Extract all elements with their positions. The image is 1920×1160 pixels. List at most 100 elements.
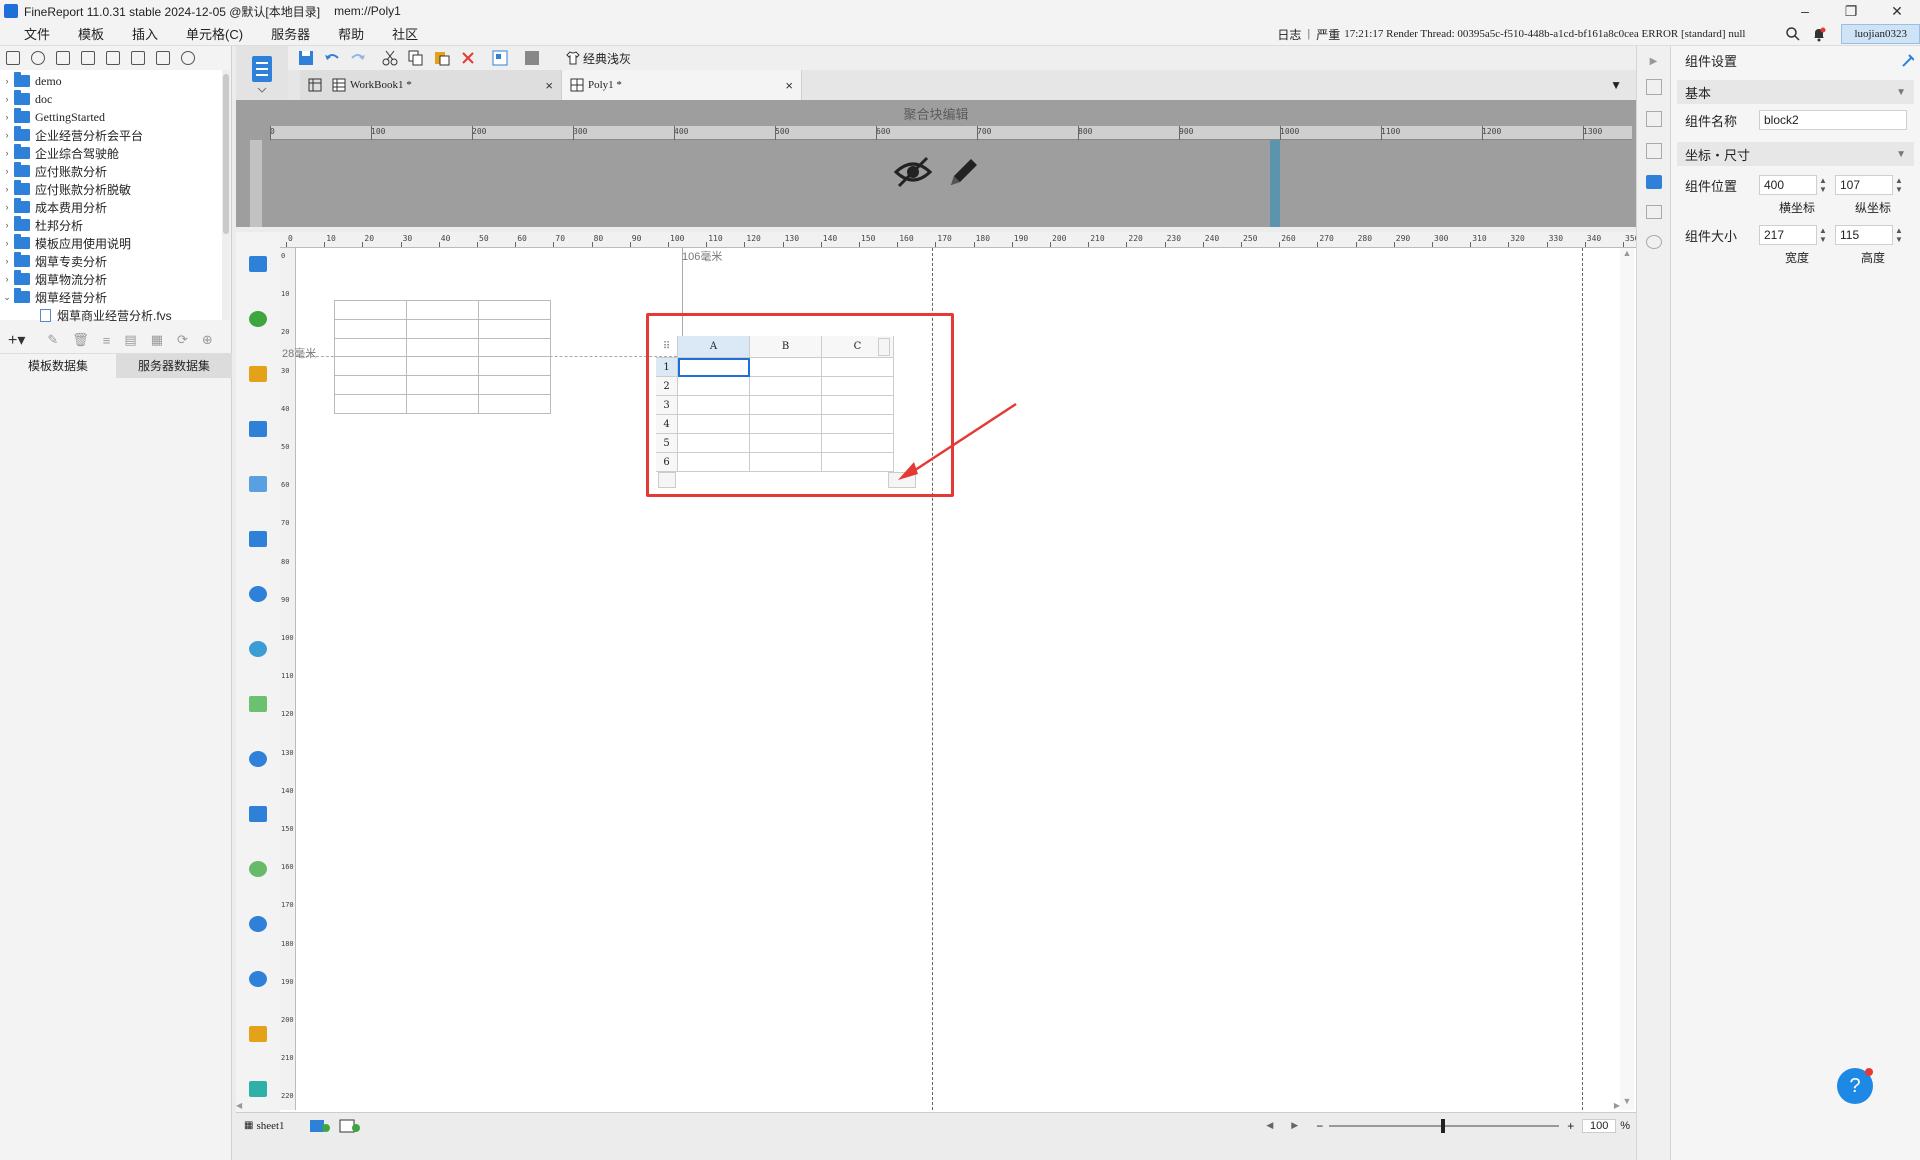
chart-dataset-icon[interactable]: ▦ — [151, 332, 163, 348]
expand-arrow-icon[interactable]: › — [0, 274, 14, 284]
zoom-value[interactable]: 100 — [1582, 1118, 1617, 1133]
cut-icon[interactable] — [382, 50, 398, 66]
height-input[interactable]: 115 — [1835, 225, 1893, 245]
preview-icon[interactable] — [236, 46, 288, 96]
save-icon[interactable] — [298, 50, 314, 66]
cell-element-icon[interactable] — [1645, 111, 1662, 127]
map-chart-icon[interactable] — [249, 916, 267, 932]
tab-server-datasets[interactable]: 服务器数据集 — [116, 353, 232, 378]
zoom-slider[interactable] — [1329, 1118, 1560, 1133]
delete-icon[interactable] — [106, 51, 120, 65]
menu-insert[interactable]: 插入 — [118, 24, 172, 43]
menu-server[interactable]: 服务器 — [257, 24, 324, 43]
width-input[interactable]: 217 — [1759, 225, 1817, 245]
section-coordinates[interactable]: 坐标・尺寸 ▼ — [1677, 142, 1914, 166]
expand-arrow-icon[interactable]: › — [0, 130, 14, 140]
style-icon[interactable] — [524, 50, 540, 66]
bubble-chart-icon[interactable] — [249, 751, 267, 767]
canvas-scrollbar[interactable]: ▲ ▼ — [1620, 248, 1634, 1110]
tree-folder-item[interactable]: › 应付账款分析 — [0, 162, 222, 180]
y-stepper[interactable]: ▲ ▼ — [1893, 176, 1905, 194]
expand-arrow-icon[interactable]: › — [0, 256, 14, 266]
cell-property-icon[interactable] — [1645, 79, 1662, 95]
undo-icon[interactable] — [324, 50, 340, 66]
line-chart-icon[interactable] — [249, 476, 267, 492]
expand-arrow-icon[interactable]: › — [0, 112, 14, 122]
new-folder-icon[interactable] — [6, 51, 20, 65]
hide-eye-icon[interactable] — [893, 154, 933, 190]
tree-folder-item[interactable]: › doc — [0, 90, 222, 108]
trash-icon[interactable] — [156, 51, 170, 65]
delete-icon[interactable] — [460, 50, 476, 66]
close-tab-icon[interactable]: × — [545, 78, 553, 93]
menu-file[interactable]: 文件 — [10, 24, 64, 43]
bell-icon[interactable] — [1811, 26, 1827, 42]
width-stepper[interactable]: ▲ ▼ — [1817, 226, 1829, 244]
format-painter-icon[interactable] — [492, 50, 508, 66]
tree-folder-item[interactable]: › 烟草专卖分析 — [0, 252, 222, 270]
tree-scrollbar[interactable] — [222, 70, 230, 320]
canvas-table-placeholder[interactable] — [334, 300, 551, 414]
add-poly-sheet-icon[interactable] — [339, 1119, 361, 1133]
pie-chart-icon[interactable] — [249, 311, 267, 327]
treemap-chart-icon[interactable] — [249, 1026, 267, 1042]
tree-folder-item[interactable]: › demo — [0, 72, 222, 90]
area-chart-icon[interactable] — [249, 531, 267, 547]
server-dataset-icon[interactable]: ⊕ — [202, 332, 213, 348]
funnel-chart-icon[interactable] — [249, 1081, 267, 1097]
hyperlink-icon[interactable] — [1645, 235, 1662, 249]
zoom-out-button[interactable]: − — [1316, 1119, 1323, 1133]
widget-property-icon[interactable] — [1645, 143, 1662, 159]
show-type-icon[interactable] — [56, 51, 70, 65]
section-basic[interactable]: 基本 ▼ — [1677, 80, 1914, 104]
report-block-icon[interactable] — [249, 256, 267, 272]
add-dataset-icon[interactable]: +▾ — [8, 330, 25, 350]
preview-dataset-icon[interactable]: ▤ — [124, 332, 136, 348]
component-name-input[interactable]: block2 — [1759, 110, 1907, 130]
tree-folder-item[interactable]: › 成本费用分析 — [0, 198, 222, 216]
restore-button[interactable]: ❐ — [1828, 3, 1874, 20]
prev-sheet-icon[interactable]: ◀ — [1266, 1120, 1273, 1131]
expand-arrow-icon[interactable]: › — [0, 148, 14, 158]
log-message[interactable]: 17:21:17 Render Thread: 00395a5c-f510-44… — [1344, 28, 1745, 40]
tree-folder-item[interactable]: › 企业综合驾驶舱 — [0, 144, 222, 162]
log-button[interactable]: 日志 — [1277, 26, 1301, 43]
tree-folder-item[interactable]: › 杜邦分析 — [0, 216, 222, 234]
tree-folder-item[interactable]: › 模板应用使用说明 — [0, 234, 222, 252]
tree-folder-item[interactable]: › 企业经营分析会平台 — [0, 126, 222, 144]
menu-help[interactable]: 帮助 — [324, 24, 378, 43]
donut-chart-icon[interactable] — [249, 861, 267, 877]
delete-dataset-icon[interactable]: 🗑 — [72, 332, 89, 348]
sheet-tab[interactable]: ▦ sheet1 — [244, 1120, 285, 1132]
paste-icon[interactable] — [434, 50, 450, 66]
refresh-icon[interactable] — [31, 51, 45, 65]
tree-folder-item[interactable]: › GettingStarted — [0, 108, 222, 126]
pin-icon[interactable] — [1900, 53, 1914, 67]
tree-file-item[interactable]: 烟草商业经营分析.fvs — [0, 306, 222, 324]
locate-icon[interactable] — [181, 51, 195, 65]
tab-template-datasets[interactable]: 模板数据集 — [0, 353, 116, 378]
bar-chart-icon[interactable] — [249, 421, 267, 437]
minimize-button[interactable]: – — [1782, 3, 1828, 20]
tree-folder-item[interactable]: ⌄ 烟草经营分析 — [0, 288, 222, 306]
y-input[interactable]: 107 — [1835, 175, 1893, 195]
globe-chart-icon[interactable] — [249, 971, 267, 987]
user-button[interactable]: luojian0323 — [1841, 24, 1920, 44]
next-sheet-icon[interactable]: ▶ — [1291, 1120, 1298, 1131]
tree-folder-item[interactable]: › 烟草物流分析 — [0, 270, 222, 288]
horizontal-scrollbar[interactable]: ◀ ▶ — [236, 1101, 1620, 1111]
expand-arrow-icon[interactable]: › — [0, 220, 14, 230]
refresh-dataset-icon[interactable]: ⟳ — [177, 332, 188, 348]
close-tab-icon[interactable]: × — [785, 78, 793, 93]
menu-cell[interactable]: 单元格(C) — [172, 24, 257, 43]
redo-icon[interactable] — [350, 50, 366, 66]
expand-arrow-icon[interactable]: ⌄ — [0, 292, 14, 303]
tab-poly1[interactable]: Poly1 * × — [562, 70, 802, 100]
expand-arrow-icon[interactable]: › — [0, 184, 14, 194]
search-icon[interactable] — [1785, 26, 1801, 42]
column-chart-icon[interactable] — [249, 366, 267, 382]
menu-community[interactable]: 社区 — [378, 24, 432, 43]
close-window-button[interactable]: ✕ — [1874, 3, 1920, 20]
tab-workbook1[interactable]: WorkBook1 * × — [300, 70, 562, 100]
dataset-db-icon[interactable]: ≡ — [103, 333, 111, 348]
